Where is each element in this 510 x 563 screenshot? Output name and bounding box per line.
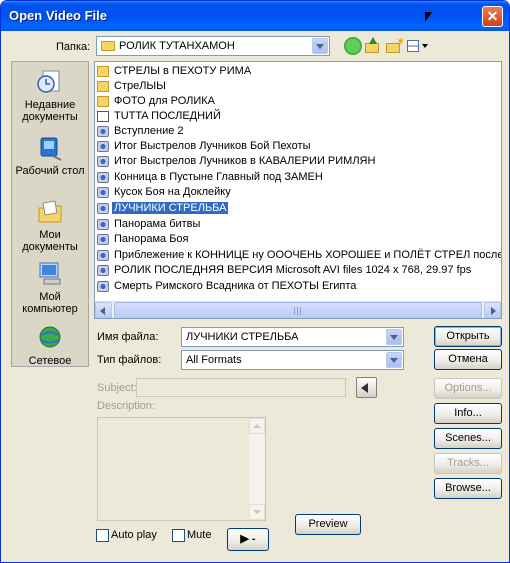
title-bar[interactable]: Open Video File ✕ bbox=[1, 1, 509, 31]
subject-input[interactable] bbox=[136, 378, 346, 397]
places-bar: Недавние документы Рабочий стол Мои доку… bbox=[11, 61, 89, 367]
folder-icon bbox=[97, 96, 109, 107]
file-type-label: Тип файлов: bbox=[97, 354, 162, 366]
autoplay-label: Auto play bbox=[111, 529, 157, 541]
folder-icon bbox=[97, 66, 109, 77]
open-video-dialog: Open Video File ✕ Папка: РОЛИК ТУТАНХАМО… bbox=[0, 0, 510, 563]
video-file-icon bbox=[97, 203, 109, 214]
video-file-icon bbox=[97, 281, 109, 292]
place-desktop[interactable]: Рабочий стол bbox=[12, 134, 88, 177]
up-folder-icon[interactable] bbox=[363, 37, 381, 55]
play-button[interactable]: ▶ - bbox=[227, 528, 269, 551]
video-file-icon bbox=[97, 172, 109, 183]
video-file-icon bbox=[97, 187, 109, 198]
mute-checkbox[interactable] bbox=[172, 529, 185, 542]
video-file-icon bbox=[97, 156, 109, 167]
vertical-scrollbar[interactable] bbox=[249, 418, 265, 520]
description-label: Description: bbox=[97, 400, 156, 412]
views-menu-icon[interactable] bbox=[406, 37, 428, 55]
description-textarea[interactable] bbox=[97, 417, 266, 521]
arrow-left-icon[interactable] bbox=[356, 377, 377, 398]
options-button[interactable]: Options... bbox=[434, 378, 502, 399]
chevron-down-icon[interactable] bbox=[386, 329, 402, 345]
file-type-value: All Formats bbox=[186, 354, 242, 366]
mute-label: Mute bbox=[187, 529, 212, 541]
file-name-value: ЛУЧНИКИ СТРЕЛЬБА bbox=[186, 331, 299, 343]
autoplay-checkbox[interactable] bbox=[96, 529, 109, 542]
close-button[interactable]: ✕ bbox=[482, 6, 503, 27]
look-in-label: Папка: bbox=[56, 41, 91, 53]
scroll-right-icon[interactable] bbox=[484, 302, 501, 318]
file-type-select[interactable]: All Formats bbox=[181, 350, 404, 370]
desktop-icon bbox=[40, 137, 62, 161]
place-my-documents[interactable]: Мои документы bbox=[12, 198, 88, 253]
info-button[interactable]: Info... bbox=[434, 403, 502, 424]
folder-icon bbox=[97, 81, 109, 92]
video-file-icon bbox=[97, 265, 109, 276]
video-file-icon bbox=[97, 250, 109, 261]
place-label: Недавние документы bbox=[22, 99, 78, 123]
shortcut-icon bbox=[97, 111, 109, 122]
scroll-left-icon[interactable] bbox=[95, 302, 112, 318]
scroll-down-icon[interactable] bbox=[249, 504, 265, 520]
horizontal-scrollbar[interactable] bbox=[95, 301, 501, 318]
scroll-thumb[interactable] bbox=[114, 302, 482, 318]
look-in-value: РОЛИК ТУТАНХАМОН bbox=[119, 40, 235, 52]
place-label: Рабочий стол bbox=[15, 165, 85, 177]
file-name-label: Имя файла: bbox=[97, 331, 159, 343]
place-label: Мои документы bbox=[22, 229, 78, 253]
back-icon[interactable] bbox=[344, 37, 362, 55]
video-file-icon bbox=[97, 219, 109, 230]
scroll-up-icon[interactable] bbox=[249, 418, 265, 434]
folder-icon bbox=[101, 41, 115, 51]
video-file-icon bbox=[97, 141, 109, 152]
look-in-combo[interactable]: РОЛИК ТУТАНХАМОН bbox=[96, 36, 330, 56]
open-button[interactable]: Открыть bbox=[434, 326, 502, 347]
place-label: Мой компьютер bbox=[22, 291, 78, 315]
window-title: Open Video File bbox=[9, 8, 108, 23]
scenes-button[interactable]: Scenes... bbox=[434, 428, 502, 449]
file-name-field[interactable]: ЛУЧНИКИ СТРЕЛЬБА bbox=[181, 327, 404, 347]
place-label: Сетевое bbox=[28, 355, 72, 367]
subject-label: Subject: bbox=[97, 382, 137, 394]
place-network[interactable]: Сетевое bbox=[12, 324, 88, 367]
recent-documents-icon bbox=[37, 70, 60, 93]
mouse-cursor-icon bbox=[425, 12, 432, 22]
chevron-down-icon[interactable] bbox=[312, 38, 328, 54]
my-computer-icon bbox=[39, 262, 61, 285]
my-documents-icon bbox=[38, 200, 62, 223]
browse-button[interactable]: Browse... bbox=[434, 478, 502, 499]
file-list[interactable]: СТРЕЛЫ в ПЕХОТУ РИМА СтреЛЫЫ ФОТО для РО… bbox=[94, 61, 502, 319]
network-icon bbox=[39, 326, 61, 348]
place-my-computer[interactable]: Мой компьютер bbox=[12, 260, 88, 315]
video-file-icon bbox=[97, 126, 109, 137]
video-file-icon bbox=[97, 234, 109, 245]
cancel-button[interactable]: Отмена bbox=[434, 349, 502, 370]
preview-button[interactable]: Preview bbox=[295, 514, 361, 535]
chevron-down-icon[interactable] bbox=[386, 352, 402, 368]
place-recent-documents[interactable]: Недавние документы bbox=[12, 68, 88, 123]
tracks-button[interactable]: Tracks... bbox=[434, 453, 502, 474]
new-folder-icon[interactable]: ✶ bbox=[385, 37, 405, 55]
